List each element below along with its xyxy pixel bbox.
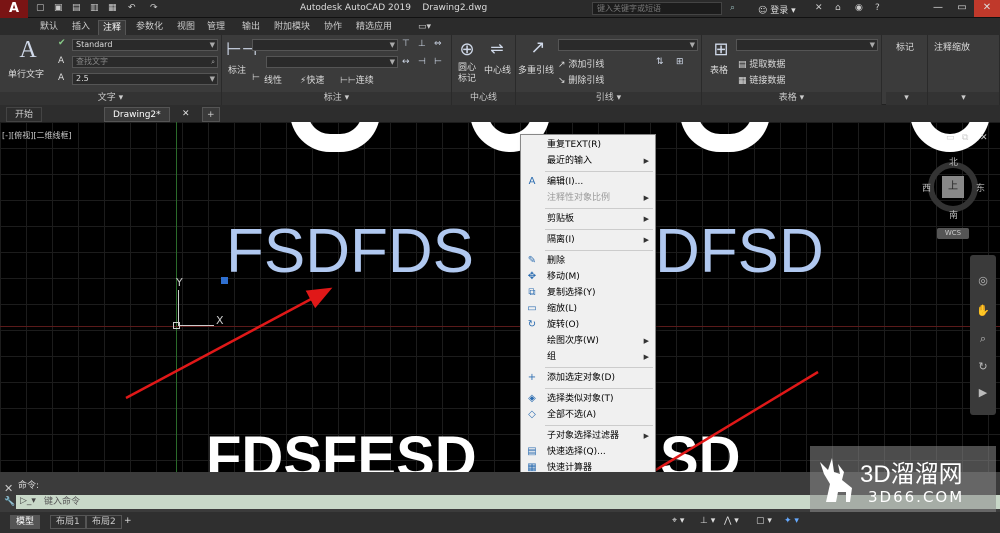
menu-item-label: 移动(M) — [547, 272, 580, 282]
menu-item-label: 重复TEXT(R) — [547, 140, 601, 150]
menu-item-icon: ◈ — [528, 393, 536, 404]
command-close-icon[interactable]: ✕ — [4, 482, 13, 495]
menu-item-icon: ✥ — [527, 271, 537, 282]
status-annotate-icon[interactable]: ▢ ▾ — [756, 516, 772, 526]
menu-item-14[interactable]: ↻ 旋转(O) — [521, 317, 655, 333]
menu-item-label: 缩放(L) — [547, 304, 578, 314]
menu-item-label: 复制选择(Y) — [547, 288, 596, 298]
menu-separator — [545, 367, 653, 368]
menu-item-label: 编辑(I)... — [547, 177, 584, 187]
menu-item-icon: A — [528, 176, 536, 187]
menu-item-0[interactable]: 重复TEXT(R) — [521, 137, 655, 153]
menu-item-icon: ↻ — [527, 319, 537, 330]
menu-item-15[interactable]: 绘图次序(W) ▶ — [521, 333, 655, 349]
submenu-arrow-icon: ▶ — [643, 194, 649, 202]
menu-item-label: 注释性对象比例 — [547, 193, 611, 203]
status-isodraft-icon[interactable]: ⋀ ▾ — [724, 516, 739, 526]
menu-item-label: 剪贴板 — [547, 214, 575, 224]
menu-item-21[interactable]: ◇ 全部不选(A) — [521, 407, 655, 423]
menu-item-label: 添加选定对象(D) — [547, 373, 615, 383]
status-ortho-icon[interactable]: ⊥ ▾ — [700, 516, 715, 526]
menu-separator — [545, 171, 653, 172]
menu-item-label: 快速选择(Q)... — [547, 447, 606, 457]
menu-item-icon: ◇ — [528, 409, 536, 420]
command-customize-icon[interactable]: 🔧 — [4, 497, 15, 507]
submenu-arrow-icon: ▶ — [643, 337, 649, 345]
menu-item-icon: ✎ — [527, 255, 537, 266]
menu-separator — [545, 388, 653, 389]
watermark-brand: 3D溜溜网 — [860, 461, 963, 488]
menu-item-16[interactable]: 组 ▶ — [521, 349, 655, 365]
menu-item-3[interactable]: A 编辑(I)... — [521, 174, 655, 190]
menu-item-icon: ▭ — [527, 303, 537, 314]
menu-item-6[interactable]: 剪贴板 ▶ — [521, 211, 655, 227]
menu-separator — [545, 425, 653, 426]
tab-layout2[interactable]: 布局2 — [86, 515, 122, 529]
tab-layout1[interactable]: 布局1 — [50, 515, 86, 529]
add-layout-icon[interactable]: + — [124, 516, 132, 526]
menu-item-11[interactable]: ✥ 移动(M) — [521, 269, 655, 285]
menu-separator — [545, 250, 653, 251]
submenu-arrow-icon: ▶ — [643, 236, 649, 244]
status-snap-icon[interactable]: ⌖ ▾ — [672, 516, 684, 526]
arrow-to-text — [125, 287, 333, 400]
menu-separator — [545, 229, 653, 230]
menu-item-label: 删除 — [547, 256, 566, 266]
menu-item-label: 隔离(I) — [547, 235, 575, 245]
menu-item-label: 选择类似对象(T) — [547, 394, 614, 404]
status-workspace-icon[interactable]: ✦ ▾ — [784, 516, 799, 526]
menu-item-12[interactable]: ⧉ 复制选择(Y) — [521, 285, 655, 301]
menu-item-20[interactable]: ◈ 选择类似对象(T) — [521, 391, 655, 407]
menu-item-10[interactable]: ✎ 删除 — [521, 253, 655, 269]
command-prompt-icon[interactable]: ▷_▾ — [20, 496, 36, 506]
submenu-arrow-icon: ▶ — [643, 215, 649, 223]
menu-item-24[interactable]: ▤ 快速选择(Q)... — [521, 444, 655, 460]
menu-item-13[interactable]: ▭ 缩放(L) — [521, 301, 655, 317]
submenu-arrow-icon: ▶ — [643, 157, 649, 165]
menu-item-4: 注释性对象比例 ▶ — [521, 190, 655, 206]
menu-item-icon: + — [527, 372, 537, 383]
menu-item-1[interactable]: 最近的输入 ▶ — [521, 153, 655, 169]
menu-item-icon: ⧉ — [528, 287, 536, 298]
menu-item-label: 组 — [547, 352, 557, 362]
status-bar: 模型 布局1 布局2 + ⌖ ▾ ⊥ ▾ ⋀ ▾ ▢ ▾ ✦ ▾ — [0, 512, 1000, 533]
tab-model[interactable]: 模型 — [10, 515, 41, 529]
menu-item-23[interactable]: 子对象选择过滤器 ▶ — [521, 428, 655, 444]
watermark-url: 3D66.COM — [868, 488, 965, 506]
menu-item-label: 最近的输入 — [547, 156, 593, 166]
menu-item-label: 全部不选(A) — [547, 410, 597, 420]
menu-item-icon: ▤ — [527, 446, 537, 457]
menu-item-18[interactable]: + 添加选定对象(D) — [521, 370, 655, 386]
menu-item-label: 旋转(O) — [547, 320, 580, 330]
menu-separator — [545, 208, 653, 209]
menu-item-label: 绘图次序(W) — [547, 336, 599, 346]
submenu-arrow-icon: ▶ — [643, 432, 649, 440]
command-history: 命令: — [18, 481, 40, 491]
menu-item-label: 子对象选择过滤器 — [547, 431, 620, 441]
menu-item-8[interactable]: 隔离(I) ▶ — [521, 232, 655, 248]
watermark: 3D溜溜网 3D66.COM — [808, 444, 1000, 514]
submenu-arrow-icon: ▶ — [643, 353, 649, 361]
